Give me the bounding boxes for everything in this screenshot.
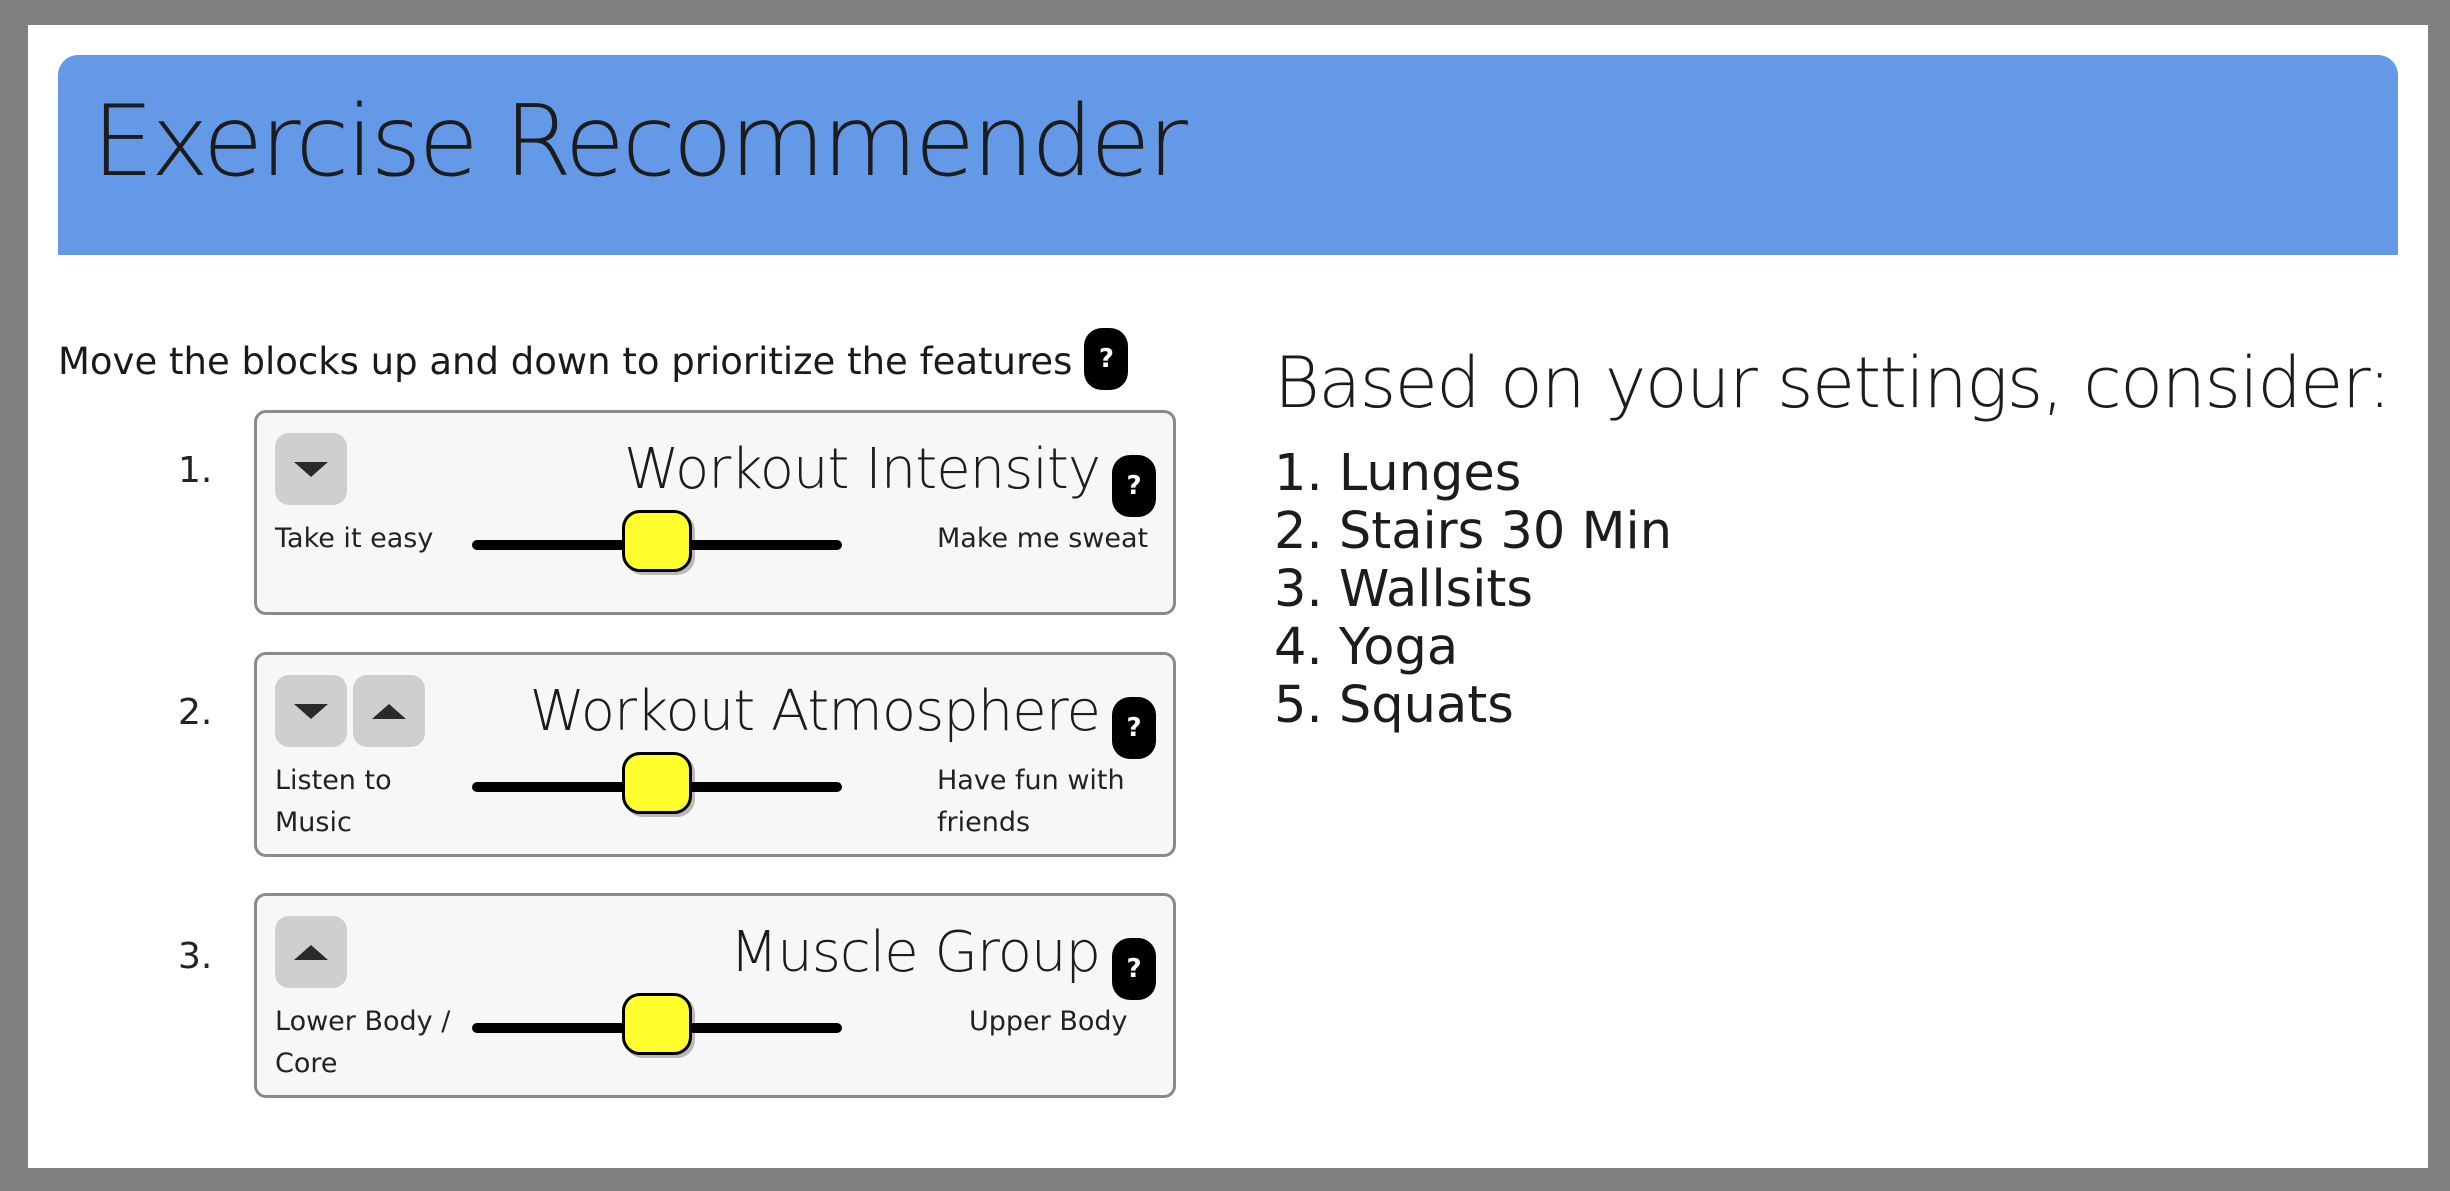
rank-number: 3.	[178, 936, 213, 977]
feature-help-icon[interactable]: ?	[1112, 697, 1156, 759]
slider-min-label: Lower Body / Core	[275, 1006, 451, 1079]
slider-track[interactable]	[472, 510, 842, 572]
feature-title: Workout Atmosphere	[529, 679, 1101, 744]
feature-help-icon[interactable]: ?	[1112, 938, 1156, 1000]
slider-thumb[interactable]	[622, 510, 692, 572]
chevron-up-icon	[372, 703, 406, 719]
move-up-button[interactable]	[275, 916, 347, 988]
slider-thumb[interactable]	[622, 993, 692, 1055]
slider-track[interactable]	[472, 752, 842, 814]
move-down-button[interactable]	[275, 433, 347, 505]
instructions: Move the blocks up and down to prioritiz…	[58, 328, 1129, 390]
slider-min-label: Listen to Music	[275, 765, 392, 838]
chevron-down-icon	[294, 461, 328, 477]
feature-card-workout-atmosphere[interactable]: Workout Atmosphere ? Listen to Music Hav…	[254, 652, 1176, 857]
header-banner: Exercise Recommender	[58, 55, 2398, 255]
rank-number: 1.	[178, 450, 213, 491]
move-up-button[interactable]	[353, 675, 425, 747]
list-item: 3. Wallsits	[1274, 560, 1533, 619]
list-item: 4. Yoga	[1274, 618, 1459, 677]
feature-help-icon[interactable]: ?	[1112, 455, 1156, 517]
recommendations-list: 1. Lunges 2. Stairs 30 Min 3. Wallsits 4…	[1274, 445, 1672, 735]
slider-min-label: Take it easy	[275, 523, 434, 554]
slider-thumb[interactable]	[622, 752, 692, 814]
recommendations-title: Based on your settings, consider:	[1274, 342, 2392, 424]
list-item: 1. Lunges	[1274, 444, 1522, 503]
instructions-help-icon[interactable]: ?	[1084, 328, 1129, 390]
page: Exercise Recommender Move the blocks up …	[28, 25, 2428, 1168]
instructions-text: Move the blocks up and down to prioritiz…	[58, 339, 1073, 383]
slider-max-label: Upper Body	[969, 1006, 1128, 1037]
app-title: Exercise Recommender	[92, 85, 1188, 199]
chevron-down-icon	[294, 703, 328, 719]
slider-max-label: Make me sweat	[937, 523, 1149, 554]
list-item: 5. Squats	[1274, 676, 1514, 735]
feature-title: Muscle Group	[729, 920, 1101, 985]
feature-card-muscle-group[interactable]: Muscle Group ? Lower Body / Core Upper B…	[254, 893, 1176, 1098]
feature-title: Workout Intensity	[623, 437, 1101, 502]
feature-card-workout-intensity[interactable]: Workout Intensity ? Take it easy Make me…	[254, 410, 1176, 615]
slider-track[interactable]	[472, 993, 842, 1055]
move-down-button[interactable]	[275, 675, 347, 747]
chevron-up-icon	[294, 944, 328, 960]
list-item: 2. Stairs 30 Min	[1274, 502, 1673, 561]
rank-number: 2.	[178, 692, 213, 733]
slider-max-label: Have fun with friends	[937, 765, 1125, 838]
